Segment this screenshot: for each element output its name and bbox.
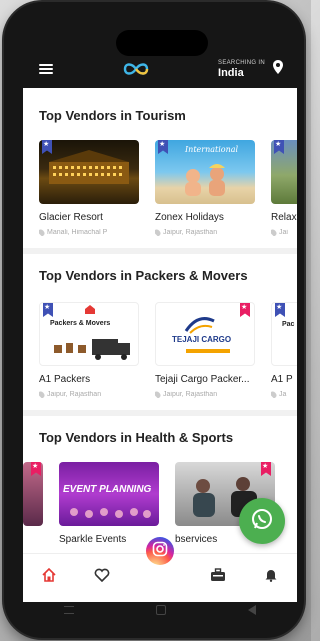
vendor-image: Pac ★ bbox=[271, 302, 297, 366]
vendor-image-caption: Packers & Movers bbox=[50, 320, 111, 327]
vendor-name: Glacier Resort bbox=[39, 212, 103, 223]
location-pin-icon bbox=[272, 59, 283, 79]
vendor-card[interactable]: ★ Glacier Resort Manali, Himachal P bbox=[39, 140, 139, 236]
map-pin-icon bbox=[155, 391, 162, 398]
section-title: Top Vendors in Health & Sports bbox=[39, 430, 234, 445]
whatsapp-button[interactable] bbox=[239, 498, 285, 544]
section-divider bbox=[23, 410, 297, 416]
vendor-location: Jai bbox=[271, 229, 297, 236]
services-briefcase-icon[interactable] bbox=[206, 563, 230, 587]
vendor-location: Jaipur, Rajasthan bbox=[155, 229, 255, 236]
vendor-image: ★ bbox=[39, 140, 139, 204]
system-navigation-bar bbox=[23, 600, 297, 620]
instagram-button[interactable] bbox=[146, 537, 174, 565]
menu-icon[interactable] bbox=[39, 64, 53, 74]
vendor-name: A1 Packers bbox=[39, 374, 91, 385]
vendor-image: ★ bbox=[271, 140, 297, 204]
vendor-card[interactable]: ★ bbox=[23, 462, 43, 526]
map-pin-icon bbox=[39, 229, 46, 236]
location-selector[interactable]: SEARCHING IN India bbox=[218, 59, 283, 79]
vendor-image: International ★ bbox=[155, 140, 255, 204]
back-icon[interactable] bbox=[248, 605, 256, 615]
vendor-image: TEJAJI CARGO ★ bbox=[155, 302, 255, 366]
vendor-image-caption: TEJAJI CARGO bbox=[172, 335, 232, 344]
vendor-card[interactable]: TEJAJI CARGO ★ Tejaji Cargo Packer... Ja… bbox=[155, 302, 255, 398]
vendor-location: Manali, Himachal P bbox=[39, 229, 139, 236]
map-pin-icon bbox=[39, 391, 46, 398]
vendor-image: ★ bbox=[23, 462, 43, 526]
location-caption: SEARCHING IN bbox=[218, 59, 265, 66]
featured-ribbon-icon: ★ bbox=[274, 140, 284, 154]
app-logo bbox=[121, 60, 151, 78]
home-icon[interactable] bbox=[37, 563, 61, 587]
vendor-card[interactable]: Packers & Movers ★ A1 Packers Jaipur, Ra… bbox=[39, 302, 139, 398]
featured-ribbon-icon: ★ bbox=[275, 303, 285, 317]
vendor-name: Relax bbox=[271, 212, 297, 223]
vendor-name: Zonex Holidays bbox=[155, 212, 224, 223]
location-value: India bbox=[218, 66, 244, 79]
vendor-card[interactable]: International ★ Zonex Holidays Jaipur, R… bbox=[155, 140, 255, 236]
vendor-card[interactable]: Pac ★ A1 P Ja bbox=[271, 302, 297, 398]
vendor-card[interactable]: EVENT PLANNING Sparkle Events bbox=[59, 462, 159, 545]
vendor-name: Tejaji Cargo Packer... bbox=[155, 374, 250, 385]
notifications-bell-icon[interactable] bbox=[259, 563, 283, 587]
map-pin-icon bbox=[155, 229, 162, 236]
vendor-image: Packers & Movers ★ bbox=[39, 302, 139, 366]
vendor-location: Jaipur, Rajasthan bbox=[39, 391, 139, 398]
svg-text:International: International bbox=[184, 145, 239, 154]
vendor-location: Jaipur, Rajasthan bbox=[155, 391, 255, 398]
instagram-icon bbox=[152, 541, 168, 562]
vendor-name: Sparkle Events bbox=[59, 534, 127, 545]
home-button-icon[interactable] bbox=[156, 605, 166, 615]
map-pin-icon bbox=[271, 229, 278, 236]
vendor-image-caption: Pac bbox=[282, 321, 295, 328]
vendor-card[interactable]: ★ Relax Jai bbox=[271, 140, 297, 236]
vendor-location: Ja bbox=[271, 391, 297, 398]
whatsapp-icon bbox=[250, 507, 274, 536]
recents-icon[interactable] bbox=[64, 606, 74, 614]
section-title: Top Vendors in Tourism bbox=[39, 108, 186, 123]
section-divider bbox=[23, 248, 297, 254]
section-title: Top Vendors in Packers & Movers bbox=[39, 268, 248, 283]
vendor-image: EVENT PLANNING bbox=[59, 462, 159, 526]
vendor-name: A1 P bbox=[271, 374, 293, 385]
map-pin-icon bbox=[271, 391, 278, 398]
favorites-heart-icon[interactable] bbox=[90, 563, 114, 587]
vendor-image-caption: EVENT PLANNING bbox=[63, 484, 152, 495]
app-header: SEARCHING IN India bbox=[23, 50, 297, 88]
featured-ribbon-icon: ★ bbox=[31, 462, 41, 476]
